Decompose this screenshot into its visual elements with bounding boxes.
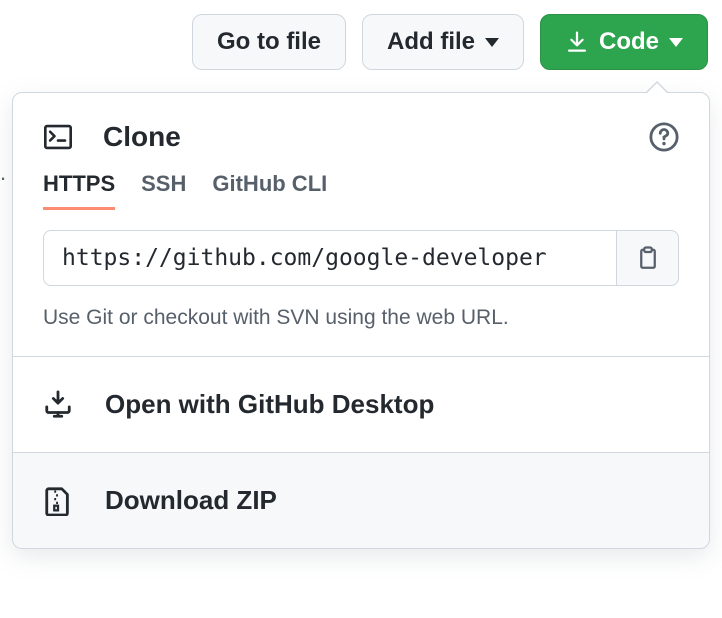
download-zip-label: Download ZIP xyxy=(105,485,277,516)
chevron-down-icon xyxy=(669,38,683,47)
clone-url-row xyxy=(43,230,679,286)
edge-text: . xyxy=(0,160,6,186)
clone-hint: Use Git or checkout with SVN using the w… xyxy=(43,306,679,330)
code-dropdown: Clone HTTPS SSH GitHub CLI Use Git or ch… xyxy=(12,92,710,549)
add-file-label: Add file xyxy=(387,28,475,56)
clipboard-icon xyxy=(636,246,660,270)
go-to-file-label: Go to file xyxy=(217,28,321,56)
tab-github-cli[interactable]: GitHub CLI xyxy=(212,171,327,210)
download-icon xyxy=(565,30,589,54)
tab-https[interactable]: HTTPS xyxy=(43,171,115,210)
chevron-down-icon xyxy=(485,38,499,47)
clone-tabs: HTTPS SSH GitHub CLI xyxy=(43,171,679,210)
go-to-file-button[interactable]: Go to file xyxy=(192,14,346,70)
copy-url-button[interactable] xyxy=(617,230,679,286)
download-zip-button[interactable]: Download ZIP xyxy=(13,453,709,548)
clone-title: Clone xyxy=(103,121,181,153)
open-desktop-label: Open with GitHub Desktop xyxy=(105,389,434,420)
help-icon[interactable] xyxy=(649,122,679,152)
desktop-download-icon xyxy=(43,390,73,420)
tab-ssh[interactable]: SSH xyxy=(141,171,186,210)
terminal-icon xyxy=(43,123,73,151)
clone-header: Clone xyxy=(43,121,679,153)
add-file-button[interactable]: Add file xyxy=(362,14,524,70)
code-label: Code xyxy=(599,28,659,56)
clone-section: Clone HTTPS SSH GitHub CLI Use Git or ch… xyxy=(13,93,709,356)
file-zip-icon xyxy=(43,486,73,516)
repo-toolbar: Go to file Add file Code xyxy=(0,0,722,70)
open-github-desktop-button[interactable]: Open with GitHub Desktop xyxy=(13,357,709,452)
clone-url-input[interactable] xyxy=(43,230,617,286)
code-button[interactable]: Code xyxy=(540,14,708,70)
